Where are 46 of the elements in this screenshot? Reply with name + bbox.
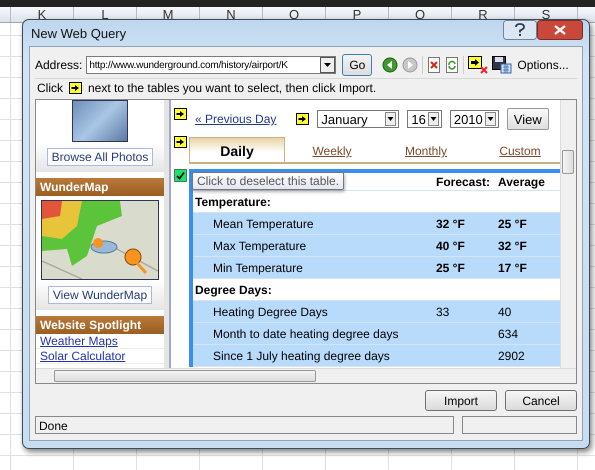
section-header: WunderMap — [36, 178, 164, 196]
day-dropdown[interactable]: 16 — [407, 110, 442, 128]
table-cell-text: 2902 — [498, 348, 526, 362]
tab[interactable]: Weekly — [285, 140, 379, 162]
table-cell-text: 634 — [498, 326, 520, 340]
address-field[interactable]: http://www.wunderground.com/history/airport/K — [86, 56, 336, 74]
row-label: Max Temperature — [212, 238, 308, 252]
hint-text: Click — [37, 81, 63, 95]
previous-day-link[interactable]: « Previous Day — [195, 112, 276, 126]
table-cell-text: 33 — [436, 304, 450, 318]
tab[interactable]: Monthly — [379, 140, 473, 162]
section-label: Degree Days: — [194, 282, 273, 296]
address-label: Address: — [35, 58, 82, 72]
dialog-button[interactable]: Import — [425, 390, 497, 411]
view-map-button[interactable]: View WunderMap — [48, 286, 152, 304]
status-text: Done — [35, 416, 454, 434]
hint-text: next to the tables you want to select, then click Import. — [88, 81, 376, 95]
row-label: Mean Temperature — [212, 216, 314, 230]
table-cell-text: 40 — [498, 304, 512, 318]
go-button[interactable]: Go — [342, 54, 372, 76]
tab[interactable]: Custom — [473, 140, 560, 162]
table-cell-text: 25 °F — [498, 216, 528, 230]
table-cell-text: 32 °F — [436, 216, 466, 230]
table-cell-text: 25 °F — [436, 260, 466, 274]
section-header: Website Spotlight — [36, 316, 164, 334]
row-label: Month to date heating degree days — [212, 326, 400, 340]
table-cell-text: 40 °F — [436, 238, 466, 252]
sidebar-link[interactable]: Solar Calculator — [40, 349, 126, 363]
row-label: Heating Degree Days — [212, 304, 329, 318]
window-title: New Web Query — [31, 26, 126, 40]
table-cell-text: 17 °F — [498, 260, 528, 274]
column-header: Average — [498, 174, 546, 188]
table-cell-text: 32 °F — [498, 238, 528, 252]
tab[interactable]: Daily — [189, 137, 285, 162]
view-button[interactable]: View — [506, 108, 549, 130]
year-dropdown[interactable]: 2010 — [450, 110, 499, 128]
dialog-button[interactable]: Cancel — [505, 390, 577, 411]
sidebar-link[interactable]: Weather Maps — [40, 334, 118, 348]
row-label: Min Temperature — [212, 260, 304, 274]
month-dropdown[interactable]: January — [317, 110, 400, 128]
options-button[interactable]: Options... — [516, 58, 570, 72]
section-label: Temperature: — [194, 194, 272, 208]
browse-photos-button[interactable]: Browse All Photos — [46, 148, 154, 166]
tooltip: Click to deselect this table. — [192, 172, 344, 190]
row-label: Since 1 July heating degree days — [212, 348, 391, 362]
column-header: Forecast: — [436, 174, 492, 188]
